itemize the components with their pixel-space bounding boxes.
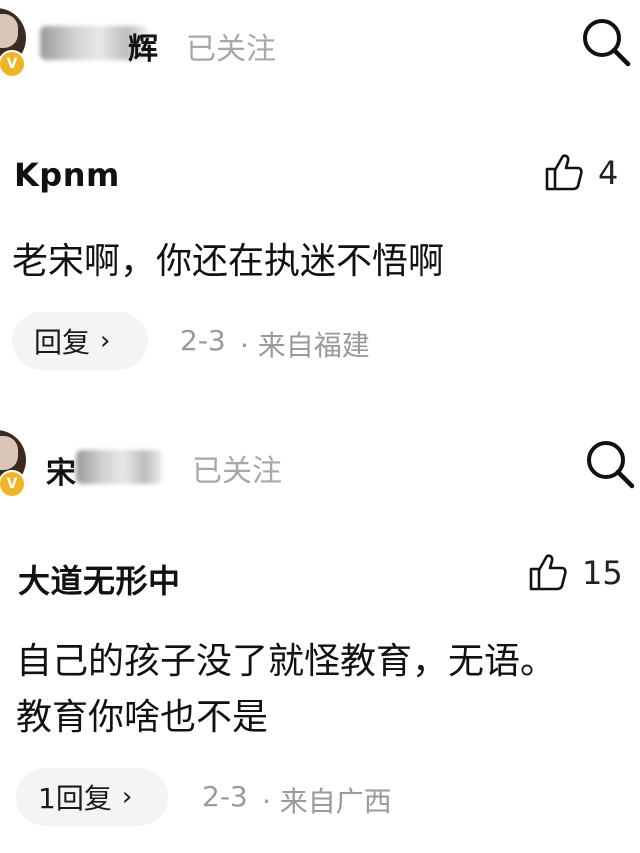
- author-name-blurred: [76, 450, 162, 484]
- reply-button[interactable]: 1回复 ›: [16, 768, 168, 826]
- comment-location: · 来自广西: [262, 785, 392, 818]
- search-icon[interactable]: [584, 438, 636, 490]
- comment-2: 大道无形中 15 自己的孩子没了就怪教育，无语。 教育你啥也不是 1回复 › 2…: [0, 540, 640, 840]
- search-icon[interactable]: [580, 16, 632, 68]
- like-count: 15: [582, 554, 623, 592]
- author-name[interactable]: 辉: [128, 24, 158, 68]
- author-name[interactable]: 宋: [46, 448, 76, 492]
- chevron-right-icon: ›: [100, 326, 111, 356]
- follow-status[interactable]: 已关注: [192, 446, 282, 490]
- comment-date: 2-3: [180, 324, 226, 357]
- comment-1: Kpnm 4 老宋啊，你还在执迷不悟啊 回复 › 2-3 · 来自福建: [0, 140, 640, 380]
- reply-label: 回复: [34, 326, 91, 359]
- reply-button[interactable]: 回复 ›: [12, 312, 148, 370]
- comment-content-line-1: 自己的孩子没了就怪教育，无语。: [16, 641, 557, 682]
- comment-nickname[interactable]: 大道无形中: [18, 556, 181, 602]
- comment-content: 老宋啊，你还在执迷不悟啊: [12, 241, 445, 282]
- follow-status[interactable]: 已关注: [186, 24, 276, 68]
- comment-content-line-2: 教育你啥也不是: [16, 697, 269, 738]
- comment-location: · 来自福建: [240, 329, 370, 362]
- verified-badge-icon: V: [0, 50, 26, 78]
- thumbs-up-icon[interactable]: [528, 552, 568, 596]
- reply-label: 1回复: [38, 782, 112, 815]
- like-count: 4: [598, 154, 619, 192]
- comment-date: 2-3: [202, 780, 248, 813]
- comment-nickname[interactable]: Kpnm: [14, 156, 120, 194]
- verified-badge-icon: V: [0, 470, 26, 498]
- post-header-1: V 辉 已关注: [0, 0, 640, 110]
- chevron-right-icon: ›: [121, 782, 133, 812]
- thumbs-up-icon[interactable]: [544, 152, 584, 196]
- post-header-2: V 宋 已关注: [0, 420, 640, 520]
